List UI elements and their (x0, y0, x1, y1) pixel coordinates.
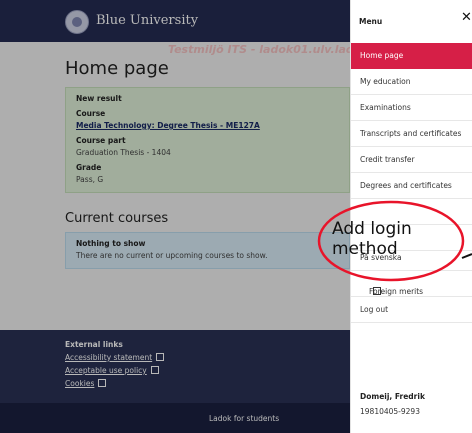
accessibility-statement-label: Accessibility statement (65, 353, 153, 362)
environment-watermark: Testmiljö ITS - ladok01.ulv.ladok.se (168, 43, 350, 56)
menu-item-label: Credit transfer (360, 155, 415, 164)
menu-item-label: Examinations (360, 103, 411, 112)
cookies-link[interactable]: Cookies (65, 378, 107, 388)
new-result-heading: New result (76, 94, 122, 103)
callout-text: Add login method (332, 219, 412, 259)
grade-label: Grade (76, 163, 102, 172)
bottom-footer-bar: Ladok for students (0, 403, 350, 433)
menu-item-label: Home page (360, 51, 404, 60)
top-navigation-bar: Blue University (0, 0, 350, 42)
menu-item-degrees-and-certificates[interactable]: Degrees and certificates (351, 173, 472, 199)
menu-drawer: Menu ✕ Home page My education Examinatio… (350, 0, 472, 433)
external-links-title: External links (65, 340, 123, 349)
page-title: Home page (65, 58, 169, 79)
external-link-icon (156, 353, 165, 361)
main-content: Home page New result Course Media Techno… (65, 58, 350, 269)
course-part-value: Graduation Thesis - 1404 (76, 148, 171, 157)
course-part-label: Course part (76, 136, 126, 145)
external-links-footer: External links Accessibility statement A… (0, 330, 350, 403)
brand-name: Blue University (96, 13, 199, 28)
callout-line-2: method (332, 238, 398, 259)
close-icon[interactable]: ✕ (461, 10, 472, 25)
course-link[interactable]: Media Technology: Degree Thesis - ME127A (76, 121, 339, 130)
acceptable-use-policy-label: Acceptable use policy (65, 366, 147, 375)
menu-item-label: My education (360, 77, 411, 86)
accessibility-statement-link[interactable]: Accessibility statement (65, 352, 165, 362)
menu-item-foreign-merits[interactable]: Foreign merits (351, 271, 472, 297)
empty-heading: Nothing to show (76, 239, 146, 248)
course-label: Course (76, 109, 106, 118)
menu-item-transcripts-and-certificates[interactable]: Transcripts and certificates (351, 121, 472, 147)
university-logo-icon (65, 10, 89, 34)
menu-item-my-education[interactable]: My education (351, 69, 472, 95)
current-courses-title: Current courses (65, 211, 169, 226)
grade-value: Pass, G (76, 175, 104, 184)
external-link-icon (373, 287, 381, 295)
menu-item-label: Transcripts and certificates (360, 129, 462, 138)
new-result-card: New result Course Media Technology: Degr… (65, 87, 350, 193)
menu-item-log-out[interactable]: Log out (351, 297, 472, 323)
menu-title: Menu (359, 17, 383, 26)
current-courses-card: Nothing to show There are no current or … (65, 232, 350, 269)
main-page: Blue University Testmiljö ITS - ladok01.… (0, 0, 350, 433)
menu-item-label: Degrees and certificates (360, 181, 452, 190)
user-id: 19810405-9293 (360, 407, 420, 416)
acceptable-use-policy-link[interactable]: Acceptable use policy (65, 365, 159, 375)
menu-item-home-page[interactable]: Home page (351, 43, 472, 69)
external-link-icon (150, 366, 159, 374)
user-name: Domeij, Fredrik (360, 392, 425, 401)
menu-item-label: Log out (360, 305, 389, 314)
menu-item-credit-transfer[interactable]: Credit transfer (351, 147, 472, 173)
external-link-icon (98, 379, 107, 387)
empty-text: There are no current or upcoming courses… (76, 251, 268, 260)
cookies-label: Cookies (65, 379, 95, 388)
menu-item-examinations[interactable]: Examinations (351, 95, 472, 121)
footer-bottom-text: Ladok for students (209, 414, 280, 423)
callout-line-1: Add login (332, 219, 412, 239)
